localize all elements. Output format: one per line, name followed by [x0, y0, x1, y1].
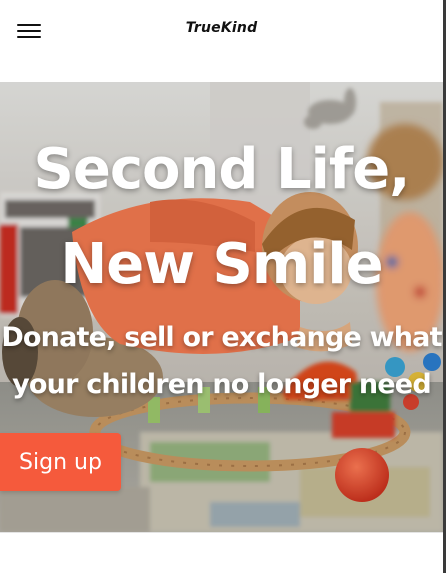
content-section-start: [0, 532, 443, 574]
brand-logo[interactable]: TrueKind: [0, 20, 443, 36]
sign-up-button[interactable]: Sign up: [0, 433, 121, 491]
top-navbar: TrueKind: [0, 0, 443, 82]
hero-subtitle-line1: Donate, sell or exchange what: [1, 322, 442, 353]
hero-title-line2: New Smile: [60, 232, 383, 297]
hero-section: Second Life, New Smile Donate, sell or e…: [0, 82, 443, 532]
hero-subtitle-line2: your children no longer need: [12, 369, 432, 400]
hero-title-line1: Second Life,: [33, 137, 411, 202]
